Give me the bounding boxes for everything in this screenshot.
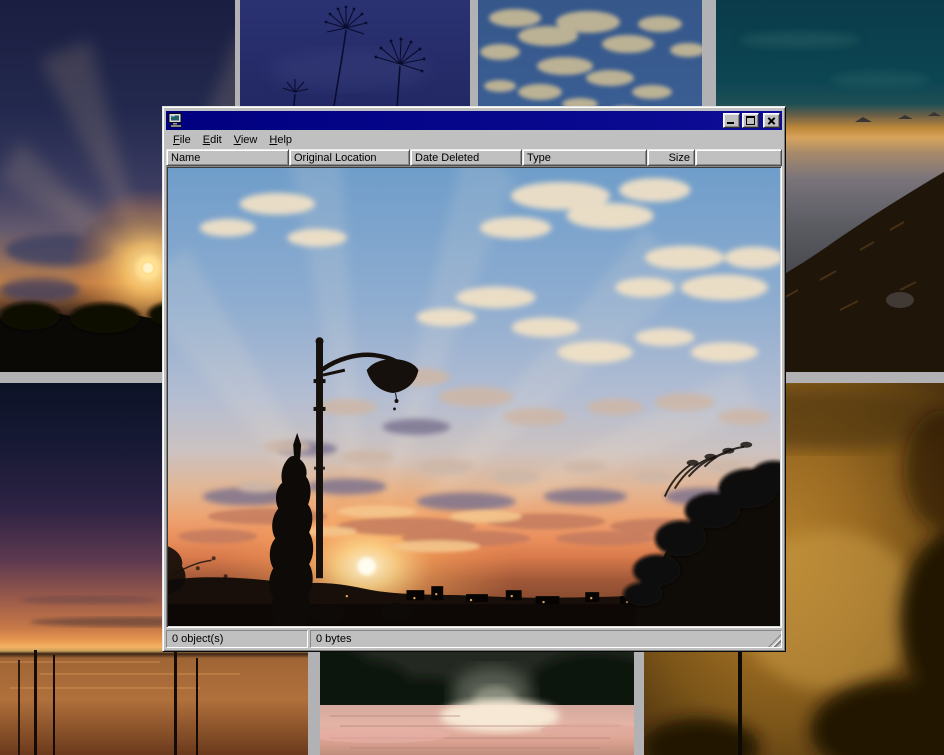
titlebar[interactable]: [166, 111, 782, 130]
menu-bar: File Edit View Help: [166, 130, 782, 149]
close-icon[interactable]: [763, 113, 780, 128]
file-list-area[interactable]: [166, 166, 782, 628]
status-byte-count: 0 bytes: [310, 630, 782, 648]
menu-help[interactable]: Help: [263, 132, 298, 148]
column-headers: Name Original Location Date Deleted Type…: [166, 149, 782, 166]
column-header-date-deleted[interactable]: Date Deleted: [410, 149, 522, 166]
status-bar: 0 object(s) 0 bytes: [166, 630, 782, 648]
status-object-count: 0 object(s): [166, 630, 308, 648]
column-header-stub: [695, 149, 782, 166]
menu-edit[interactable]: Edit: [197, 132, 228, 148]
column-header-type[interactable]: Type: [522, 149, 647, 166]
maximize-icon[interactable]: [742, 113, 759, 128]
column-header-name[interactable]: Name: [166, 149, 289, 166]
menu-file[interactable]: File: [167, 132, 197, 148]
sunset-lamp-photo: [168, 168, 780, 626]
column-header-size[interactable]: Size: [647, 149, 695, 166]
recycle-bin-window: File Edit View Help Name Original Locati…: [162, 106, 786, 652]
column-header-original-location[interactable]: Original Location: [289, 149, 410, 166]
minimize-icon[interactable]: [723, 113, 740, 128]
menu-view[interactable]: View: [228, 132, 264, 148]
computer-icon[interactable]: [168, 113, 184, 128]
